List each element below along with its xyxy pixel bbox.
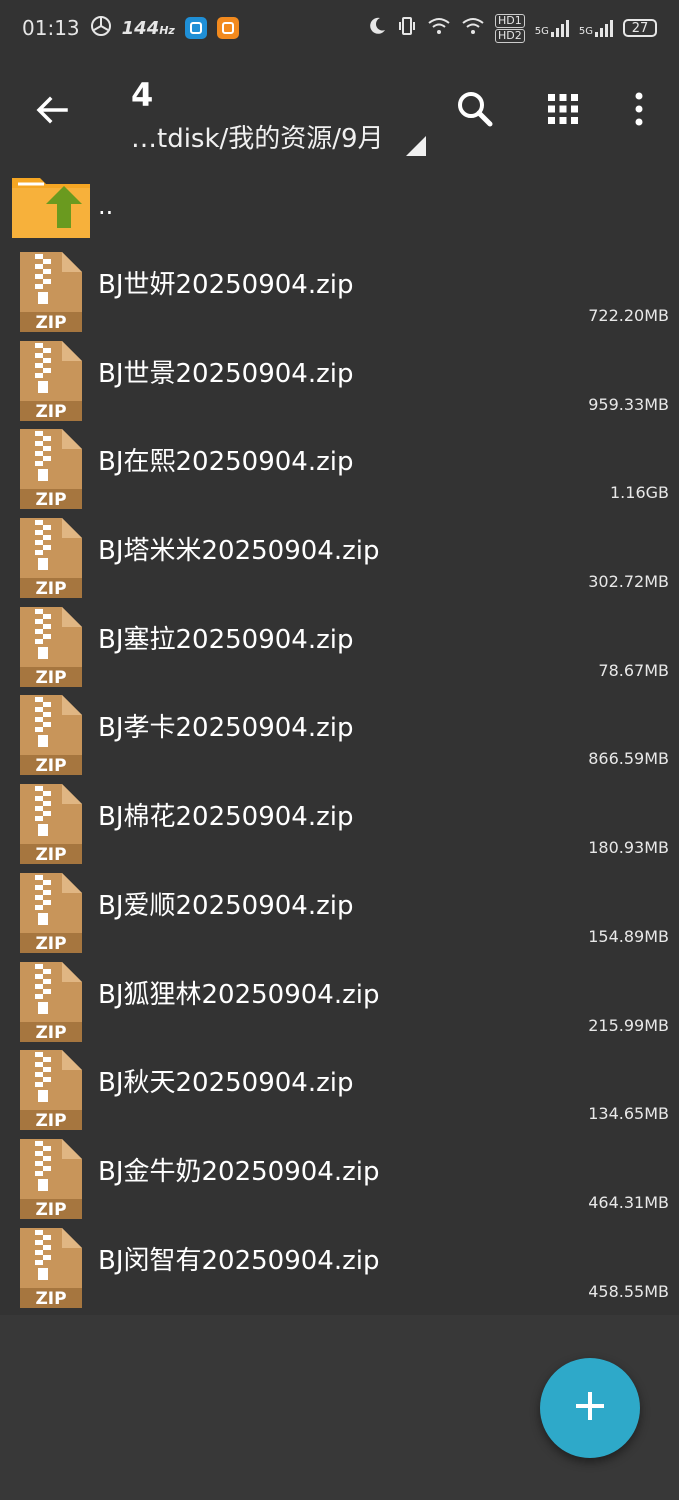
- file-item[interactable]: ZIP BJ棉花20250904.zip 180.93MB: [0, 774, 679, 865]
- file-name: BJ在熙20250904.zip: [98, 447, 354, 478]
- file-item[interactable]: ZIP BJ狐狸林20250904.zip 215.99MB: [0, 952, 679, 1043]
- zip-file-icon: ZIP: [20, 872, 82, 954]
- file-name: BJ爱顺20250904.zip: [98, 890, 354, 921]
- file-name: BJ世妍20250904.zip: [98, 270, 354, 300]
- svg-text:ZIP: ZIP: [35, 845, 66, 864]
- zip-file-icon: ZIP: [20, 1050, 82, 1131]
- file-item[interactable]: ZIP BJ闵智有20250904.zip 458.55MB: [0, 1218, 679, 1309]
- file-item[interactable]: ZIP BJ孝卡20250904.zip 866.59MB: [0, 685, 679, 776]
- svg-text:ZIP: ZIP: [35, 1111, 66, 1130]
- zip-file-icon: ZIP: [20, 518, 82, 599]
- file-size: 302.72MB: [588, 572, 669, 592]
- svg-text:ZIP: ZIP: [35, 313, 66, 332]
- file-name: BJ棉花20250904.zip: [98, 802, 354, 833]
- file-size: 458.55MB: [588, 1281, 669, 1301]
- grid-view-icon[interactable]: [540, 86, 586, 132]
- plus-icon: [570, 1386, 610, 1430]
- file-item[interactable]: ZIP BJ世景20250904.zip 959.33MB: [0, 331, 679, 422]
- file-item[interactable]: ZIP BJ金牛奶20250904.zip 464.31MB: [0, 1129, 679, 1220]
- page-title: 4: [131, 76, 154, 114]
- toolbar: 4 …tdisk/我的资源/9月: [0, 56, 679, 166]
- folder-up-icon: [10, 172, 92, 240]
- file-item[interactable]: ZIP BJ在熙20250904.zip 1.16GB: [0, 419, 679, 510]
- zip-file-icon: ZIP: [20, 252, 82, 333]
- zip-file-icon: ZIP: [20, 784, 82, 865]
- file-size: 134.65MB: [588, 1104, 669, 1124]
- arrow-left-icon[interactable]: [30, 88, 74, 132]
- battery-icon: 27: [623, 19, 657, 37]
- file-item[interactable]: ZIP BJ世妍20250904.zip 722.20MB: [0, 242, 679, 333]
- file-size: 215.99MB: [588, 1015, 669, 1035]
- fan-icon: [90, 15, 112, 42]
- app-notification-icon: [184, 17, 207, 39]
- zip-file-icon: ZIP: [20, 695, 82, 776]
- file-size: 1.16GB: [610, 483, 669, 503]
- file-size: 722.20MB: [588, 306, 669, 325]
- file-name: BJ狐狸林20250904.zip: [98, 979, 380, 1010]
- svg-text:ZIP: ZIP: [35, 579, 66, 598]
- file-name: BJ世景20250904.zip: [98, 358, 354, 389]
- svg-text:ZIP: ZIP: [35, 1200, 66, 1219]
- status-time: 01:13: [22, 16, 80, 40]
- more-vert-icon[interactable]: [616, 86, 662, 132]
- file-item[interactable]: ZIP BJ塞拉20250904.zip 78.67MB: [0, 597, 679, 688]
- app-notification-icon-2: [216, 17, 239, 39]
- parent-directory-item[interactable]: ..: [0, 170, 679, 242]
- zip-file-icon: ZIP: [20, 429, 82, 510]
- file-name: BJ塔米米20250904.zip: [98, 536, 380, 567]
- refresh-rate: 144Hz: [121, 17, 175, 39]
- moon-icon: [367, 16, 387, 41]
- svg-text:ZIP: ZIP: [35, 1023, 66, 1042]
- file-item[interactable]: ZIP BJ塔米米20250904.zip 302.72MB: [0, 508, 679, 599]
- svg-text:ZIP: ZIP: [35, 756, 66, 775]
- file-size: 154.89MB: [588, 926, 669, 946]
- file-name: BJ孝卡20250904.zip: [98, 713, 354, 744]
- file-name: BJ塞拉20250904.zip: [98, 624, 354, 655]
- file-name: BJ金牛奶20250904.zip: [98, 1156, 380, 1187]
- signal-icon: 5G: [535, 19, 569, 37]
- wifi-icon: [427, 16, 451, 40]
- file-size: 78.67MB: [598, 660, 669, 680]
- file-size: 959.33MB: [588, 394, 669, 414]
- add-button[interactable]: [540, 1358, 640, 1458]
- file-size: 180.93MB: [588, 838, 669, 858]
- search-icon[interactable]: [452, 86, 498, 132]
- file-size: 464.31MB: [588, 1192, 669, 1212]
- svg-text:ZIP: ZIP: [35, 934, 66, 953]
- wifi-icon-2: [461, 16, 485, 40]
- file-size: 866.59MB: [588, 749, 669, 769]
- signal-icon-2: 5G: [579, 19, 613, 37]
- svg-text:ZIP: ZIP: [35, 668, 66, 687]
- zip-file-icon: ZIP: [20, 1138, 82, 1220]
- file-list: .. ZIP BJ世妍20250904.zip 722.20MB ZIP BJ世…: [0, 170, 679, 1309]
- file-name: BJ闵智有20250904.zip: [98, 1245, 380, 1276]
- path-dropdown-icon[interactable]: [406, 136, 426, 156]
- zip-file-icon: ZIP: [20, 340, 82, 422]
- zip-file-icon: ZIP: [20, 961, 82, 1043]
- parent-label: ..: [98, 192, 114, 220]
- zip-file-icon: ZIP: [20, 606, 82, 688]
- hd-indicator: HD1 HD2: [495, 13, 525, 43]
- vibrate-icon: [397, 16, 417, 41]
- file-name: BJ秋天20250904.zip: [98, 1068, 354, 1099]
- svg-text:ZIP: ZIP: [35, 1289, 66, 1308]
- current-path[interactable]: …tdisk/我的资源/9月: [131, 118, 384, 155]
- svg-text:ZIP: ZIP: [35, 490, 66, 509]
- zip-file-icon: ZIP: [20, 1227, 82, 1309]
- status-bar: 01:13 144Hz HD1 HD2 5G 5G 27: [0, 0, 679, 56]
- file-item[interactable]: ZIP BJ爱顺20250904.zip 154.89MB: [0, 863, 679, 954]
- svg-text:ZIP: ZIP: [35, 402, 66, 421]
- file-item[interactable]: ZIP BJ秋天20250904.zip 134.65MB: [0, 1040, 679, 1131]
